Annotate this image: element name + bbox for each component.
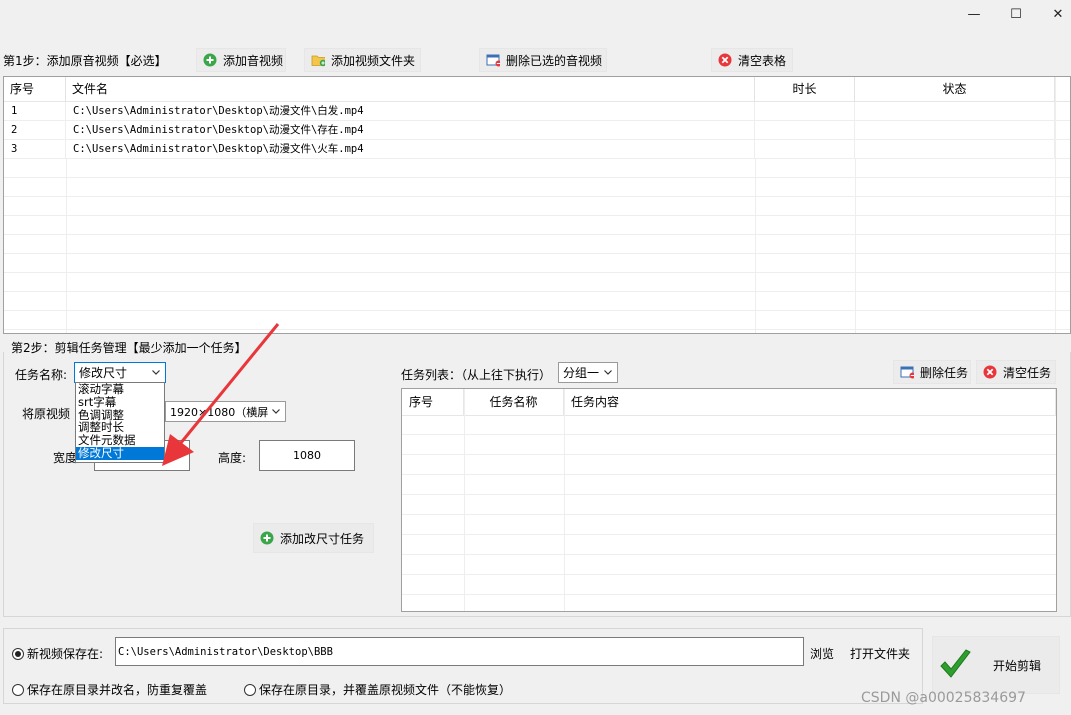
- close-button[interactable]: ✕: [1038, 0, 1071, 28]
- annotation-arrow: [162, 323, 280, 466]
- watermark: CSDN @a00025834697: [861, 690, 1026, 706]
- start-edit-label: 开始剪辑: [993, 658, 1042, 673]
- radio-button[interactable]: [244, 683, 256, 696]
- start-edit-button[interactable]: 开始剪辑: [932, 636, 1060, 694]
- save-new-radio[interactable]: 新视频保存在:: [12, 645, 103, 662]
- row-duration: [755, 140, 855, 159]
- table-row[interactable]: 2 C:\Users\Administrator\Desktop\动漫文件\存在…: [4, 121, 1070, 140]
- column-divider: [755, 159, 756, 333]
- table-row[interactable]: 3 C:\Users\Administrator\Desktop\动漫文件\火车…: [4, 140, 1070, 159]
- add-folder-button[interactable]: 添加视频文件夹: [304, 48, 421, 72]
- add-resize-task-label: 添加改尺寸任务: [280, 531, 365, 546]
- task-row-empty: [402, 535, 1056, 555]
- row-status: [855, 140, 1055, 159]
- task-table[interactable]: 序号 任务名称 任务内容: [401, 388, 1057, 612]
- row-status: [855, 121, 1055, 140]
- file-table[interactable]: 序号 文件名 时长 状态 1 C:\Users\Administrator\De…: [3, 76, 1071, 334]
- resize-label: 将原视频: [22, 407, 71, 421]
- delete-selected-button[interactable]: 删除已选的音视频: [479, 48, 607, 72]
- column-header-duration[interactable]: 时长: [755, 77, 855, 102]
- column-header-index[interactable]: 序号: [402, 389, 464, 415]
- table-row-empty: [4, 178, 1070, 197]
- column-divider: [855, 159, 856, 333]
- minimize-button[interactable]: —: [954, 0, 994, 28]
- table-row[interactable]: 1 C:\Users\Administrator\Desktop\动漫文件\白发…: [4, 102, 1070, 121]
- save-rename-radio[interactable]: 保存在原目录并改名，防重复覆盖: [12, 681, 207, 698]
- task-row-empty: [402, 415, 1056, 435]
- table-row-empty: [4, 292, 1070, 311]
- row-index: 1: [4, 102, 66, 121]
- column-header-status[interactable]: 状态: [855, 77, 1055, 102]
- table-row-empty: [4, 273, 1070, 292]
- add-folder-label: 添加视频文件夹: [331, 53, 416, 68]
- clear-x-icon: [983, 365, 997, 379]
- group-select[interactable]: 分组一: [558, 362, 618, 383]
- table-row-empty: [4, 197, 1070, 216]
- open-folder-button[interactable]: 打开文件夹: [850, 645, 910, 662]
- column-header-filename[interactable]: 文件名: [66, 77, 755, 102]
- column-header-index[interactable]: 序号: [4, 77, 66, 102]
- task-list-label: 任务列表：（从上往下执行）: [401, 368, 552, 382]
- row-status: [855, 102, 1055, 121]
- task-row-empty: [402, 455, 1056, 475]
- row-index: 2: [4, 121, 66, 140]
- add-media-button[interactable]: 添加音视频: [196, 48, 286, 72]
- step1-label: 第1步：添加原音视频【必选】: [3, 54, 167, 68]
- task-row-empty: [402, 475, 1056, 495]
- clear-table-label: 清空表格: [738, 53, 787, 68]
- chevron-down-icon: [602, 366, 614, 378]
- maximize-button[interactable]: ☐: [996, 0, 1036, 28]
- delete-window-icon: [900, 365, 914, 379]
- delete-task-label: 删除任务: [920, 365, 969, 380]
- column-divider: [464, 389, 465, 611]
- radio-button-checked[interactable]: [12, 647, 24, 660]
- save-new-label: 新视频保存在:: [27, 647, 104, 661]
- save-path-input[interactable]: C:\Users\Administrator\Desktop\BBB: [115, 637, 804, 666]
- column-header-task-name[interactable]: 任务名称: [464, 389, 564, 415]
- task-name-value: 修改尺寸: [79, 366, 128, 380]
- clear-table-button[interactable]: 清空表格: [711, 48, 793, 72]
- plus-circle-icon: [203, 53, 217, 67]
- task-row-empty: [402, 515, 1056, 535]
- task-row-empty: [402, 495, 1056, 515]
- column-divider: [1055, 77, 1056, 333]
- clear-x-icon: [718, 53, 732, 67]
- column-header-task-content[interactable]: 任务内容: [564, 389, 1056, 415]
- row-duration: [755, 121, 855, 140]
- radio-button[interactable]: [12, 683, 24, 696]
- clear-tasks-label: 清空任务: [1003, 365, 1052, 380]
- table-row-empty: [4, 235, 1070, 254]
- folder-add-icon: [311, 53, 325, 67]
- row-filename: C:\Users\Administrator\Desktop\动漫文件\白发.m…: [66, 102, 755, 121]
- row-index: 3: [4, 140, 66, 159]
- add-media-label: 添加音视频: [223, 53, 284, 68]
- save-overwrite-label: 保存在原目录，并覆盖原视频文件（不能恢复）: [259, 683, 512, 697]
- task-row-empty: [402, 555, 1056, 575]
- delete-selected-label: 删除已选的音视频: [506, 53, 603, 68]
- column-divider: [564, 389, 565, 611]
- task-row-empty: [402, 435, 1056, 455]
- table-row-empty: [4, 159, 1070, 178]
- task-row-empty: [402, 575, 1056, 595]
- delete-task-button[interactable]: 删除任务: [893, 360, 971, 384]
- clear-tasks-button[interactable]: 清空任务: [976, 360, 1056, 384]
- table-row-empty: [4, 216, 1070, 235]
- row-filename: C:\Users\Administrator\Desktop\动漫文件\存在.m…: [66, 121, 755, 140]
- column-divider: [66, 159, 67, 333]
- width-label: 宽度: [53, 451, 78, 465]
- save-overwrite-radio[interactable]: 保存在原目录，并覆盖原视频文件（不能恢复）: [244, 681, 511, 698]
- browse-button[interactable]: 浏览: [810, 645, 834, 662]
- save-rename-label: 保存在原目录并改名，防重复覆盖: [27, 683, 208, 697]
- checkmark-icon: [937, 647, 973, 683]
- table-row-empty: [4, 254, 1070, 273]
- task-name-label: 任务名称:: [15, 368, 68, 382]
- add-resize-task-button[interactable]: 添加改尺寸任务: [253, 523, 374, 553]
- plus-circle-icon: [260, 531, 274, 545]
- row-duration: [755, 102, 855, 121]
- group-value: 分组一: [563, 366, 600, 380]
- row-filename: C:\Users\Administrator\Desktop\动漫文件\火车.m…: [66, 140, 755, 159]
- delete-window-icon: [486, 53, 500, 67]
- file-table-header: 序号 文件名 时长 状态: [4, 77, 1070, 102]
